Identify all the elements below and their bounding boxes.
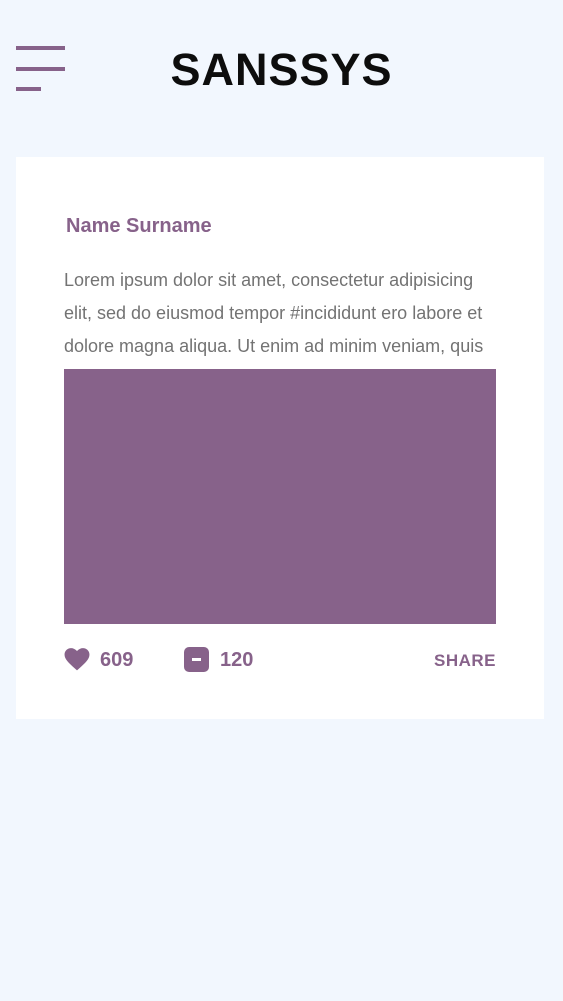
post-actions: 609 120 SHARE <box>64 645 496 675</box>
post-text: Lorem ipsum dolor sit amet, consectetur … <box>64 270 484 356</box>
heart-icon[interactable] <box>64 647 90 671</box>
share-button[interactable]: SHARE <box>434 651 496 671</box>
post-author-name[interactable]: Name Surname <box>66 215 212 238</box>
comment-count: 120 <box>220 649 254 671</box>
like-count: 609 <box>100 649 134 671</box>
brand-title: SANSSYS <box>170 44 393 95</box>
post-image[interactable] <box>64 369 496 624</box>
post-card: Name Surname Lorem ipsum dolor sit amet,… <box>16 157 544 719</box>
comment-icon[interactable] <box>184 647 209 672</box>
app-header: SANSSYS <box>0 0 563 140</box>
